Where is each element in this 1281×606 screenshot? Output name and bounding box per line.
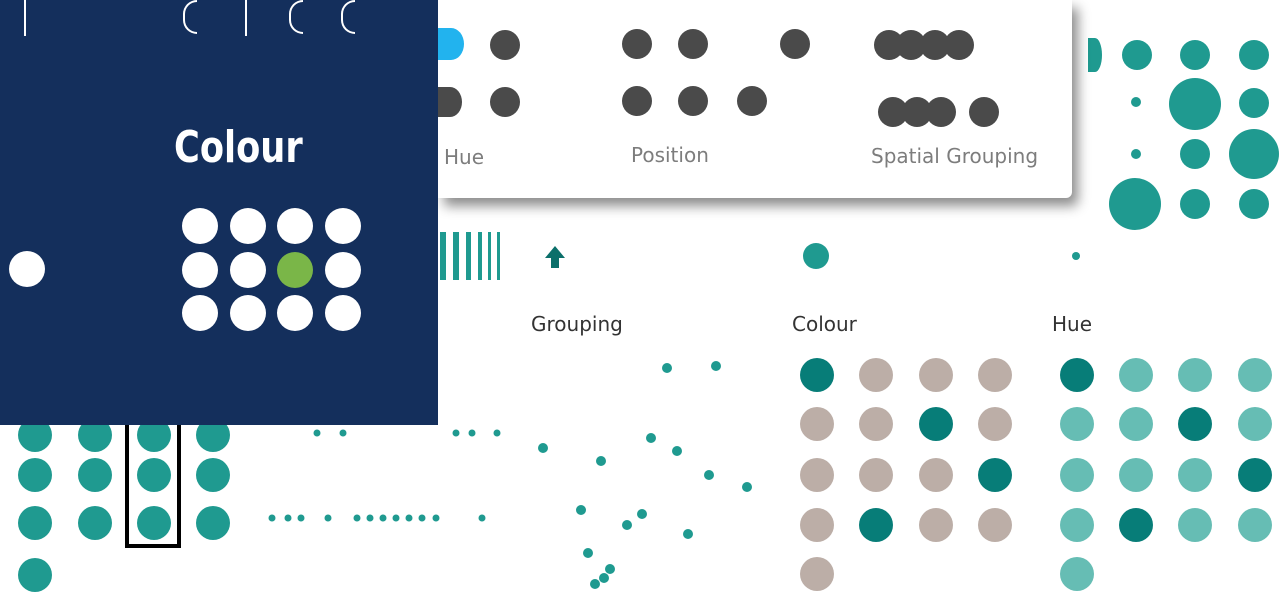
teal-dot <box>1239 189 1269 219</box>
white-dot <box>182 295 218 331</box>
grey-dot <box>978 508 1012 542</box>
vertical-bars-icon <box>440 232 504 282</box>
arc-mark-icon <box>183 0 197 34</box>
light-teal-dot <box>1238 508 1272 542</box>
white-dot <box>277 208 313 244</box>
light-teal-dot <box>1238 358 1272 392</box>
grey-dot <box>800 458 834 492</box>
grey-dot <box>780 29 810 59</box>
grey-dot <box>919 508 953 542</box>
cyan-dot <box>438 28 464 60</box>
white-dot <box>230 252 266 288</box>
teal-dot <box>1239 88 1269 118</box>
light-teal-dot <box>1119 458 1153 492</box>
colour-heading: Colour <box>174 122 303 173</box>
grey-dot <box>622 86 652 116</box>
grey-dot <box>926 97 956 127</box>
light-teal-dot <box>1060 458 1094 492</box>
teal-dot <box>1131 149 1141 159</box>
dark-teal-dot <box>1178 407 1212 441</box>
light-teal-dot <box>1178 358 1212 392</box>
grey-dot <box>800 407 834 441</box>
grey-dot <box>490 87 520 117</box>
arrow-up-icon <box>545 246 565 270</box>
grey-dot <box>969 97 999 127</box>
dark-teal-dot <box>1119 508 1153 542</box>
hue-caption: Hue <box>444 145 485 169</box>
vertical-tick-icon <box>245 0 247 36</box>
grey-dot <box>859 407 893 441</box>
white-dot <box>277 295 313 331</box>
grey-dot <box>678 86 708 116</box>
light-teal-dot <box>1238 407 1272 441</box>
teal-dot <box>1109 178 1161 230</box>
light-teal-dot <box>1119 358 1153 392</box>
white-dot <box>230 208 266 244</box>
position-caption: Position <box>631 143 709 167</box>
light-teal-dot <box>1060 508 1094 542</box>
teal-dot <box>1180 189 1210 219</box>
dark-teal-dot <box>1238 458 1272 492</box>
grey-dot <box>438 87 462 117</box>
teal-dot <box>1169 78 1221 130</box>
spatial-grouping-caption: Spatial Grouping <box>871 144 1039 168</box>
grey-dot <box>800 557 834 591</box>
green-dot <box>277 252 313 288</box>
white-dot <box>182 208 218 244</box>
size-dot-cluster <box>1088 0 1281 232</box>
grey-dot <box>800 508 834 542</box>
white-dot <box>325 295 361 331</box>
colour-grid <box>798 358 1018 598</box>
dark-teal-dot <box>859 508 893 542</box>
grey-dot <box>978 407 1012 441</box>
light-teal-dot <box>1060 407 1094 441</box>
light-teal-dot <box>1178 508 1212 542</box>
teal-dot <box>1180 139 1210 169</box>
light-teal-dot <box>1119 407 1153 441</box>
dark-teal-dot <box>800 358 834 392</box>
grey-dot <box>919 458 953 492</box>
colour-label: Colour <box>792 312 857 336</box>
grey-dot <box>859 358 893 392</box>
grey-dot <box>737 86 767 116</box>
grey-dot <box>859 458 893 492</box>
grey-dot <box>490 30 520 60</box>
light-teal-dot <box>1060 557 1094 591</box>
white-dot <box>325 252 361 288</box>
arc-mark-icon <box>289 0 303 34</box>
teal-dot <box>1229 129 1279 179</box>
teal-dot <box>1088 38 1102 72</box>
white-dot <box>182 252 218 288</box>
teal-dot <box>1122 40 1152 70</box>
grey-dot <box>622 29 652 59</box>
teal-dot <box>1131 97 1141 107</box>
white-dot <box>230 295 266 331</box>
grey-dot <box>978 358 1012 392</box>
grey-dot <box>919 358 953 392</box>
light-teal-dot <box>1178 458 1212 492</box>
white-card: Hue Position Spatial Grouping <box>438 0 1072 198</box>
teal-dot <box>803 243 829 269</box>
hue-grid <box>1058 358 1281 598</box>
grouping-label: Grouping <box>531 312 623 336</box>
white-dot <box>325 208 361 244</box>
dark-teal-dot <box>978 458 1012 492</box>
hue-label: Hue <box>1052 312 1093 336</box>
teal-dot <box>1239 40 1269 70</box>
dark-teal-dot <box>1060 358 1094 392</box>
arc-mark-icon <box>341 0 355 34</box>
grey-dot <box>944 30 974 60</box>
vertical-tick-icon <box>24 0 26 36</box>
navy-panel: Colour <box>0 0 438 425</box>
grey-dot <box>678 29 708 59</box>
white-dot <box>9 251 45 287</box>
teal-dot <box>1180 40 1210 70</box>
dark-teal-dot <box>919 407 953 441</box>
